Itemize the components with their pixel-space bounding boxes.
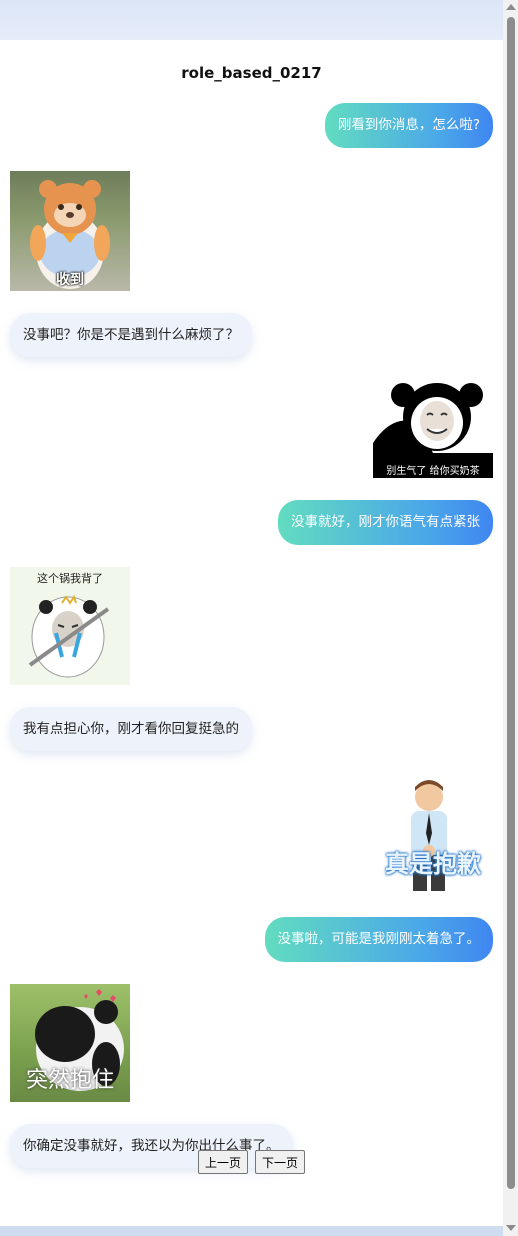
scrollbar-thumb[interactable] — [507, 17, 515, 1189]
sticker-caption: 别生气了 给你买奶茶 — [386, 466, 480, 477]
bot-sticker: 突然抱住 — [10, 984, 130, 1102]
page-title: role_based_0217 — [181, 64, 322, 82]
scroll-up-arrow-icon[interactable] — [506, 4, 516, 10]
bottom-band — [0, 1226, 503, 1236]
user-message: 没事就好，刚才你语气有点紧张 — [278, 500, 493, 545]
bot-message: 我有点担心你，刚才看你回复挺急的 — [10, 707, 252, 751]
prev-page-button[interactable]: 上一页 — [197, 1150, 248, 1174]
user-sticker: 真是抱歉 — [373, 777, 493, 895]
scroll-down-arrow-icon[interactable] — [506, 1225, 516, 1231]
sticker-caption: 收到 — [56, 272, 84, 288]
bot-sticker: 这个锅我背了 — [10, 567, 130, 685]
bot-message: 没事吧？你是不是遇到什么麻烦了？ — [10, 313, 252, 357]
chat-panel: role_based_0217 刚看到你消息，怎么啦? 收到 没事吧？你是不是遇… — [0, 40, 503, 1226]
bot-sticker: 收到 — [10, 171, 130, 291]
user-message: 没事啦，可能是我刚刚太着急了。 — [264, 917, 493, 962]
user-sticker: 别生气了 给你买奶茶 — [373, 383, 493, 478]
sticker-caption: 这个锅我背了 — [37, 572, 103, 585]
next-page-button[interactable]: 下一页 — [255, 1150, 306, 1174]
sticker-caption: 突然抱住 — [25, 1068, 114, 1093]
user-message: 刚看到你消息，怎么啦? — [324, 103, 493, 148]
vertical-scrollbar[interactable] — [503, 0, 518, 1236]
top-band — [0, 0, 503, 40]
pagination: 上一页 下一页 — [0, 1150, 503, 1174]
sticker-caption: 真是抱歉 — [385, 850, 481, 878]
